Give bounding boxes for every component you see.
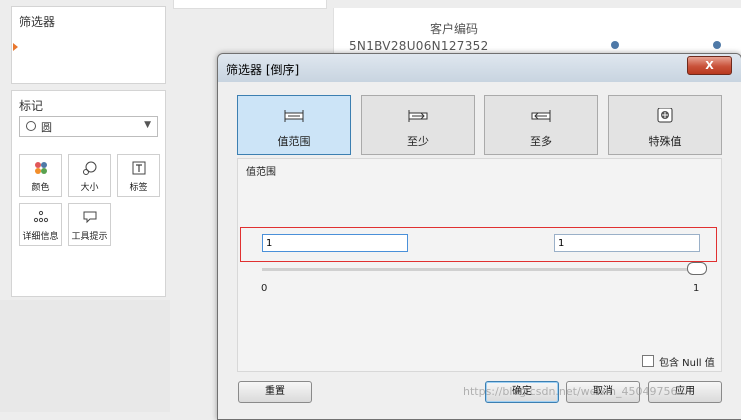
dialog-title: 筛选器 [倒序] (226, 63, 300, 77)
data-mark[interactable] (713, 41, 721, 49)
range-panel: 值范围 0 1 (237, 158, 722, 372)
size-card[interactable]: 大小 (68, 154, 111, 197)
tab-at-least-label: 至少 (407, 135, 429, 148)
row-value: 5N1BV28U06N127352 (349, 39, 489, 53)
label-T-icon (118, 160, 159, 176)
dialog-titlebar[interactable]: 筛选器 [倒序] X (218, 54, 741, 82)
special-value-icon (609, 107, 721, 124)
max-value-input[interactable] (554, 234, 700, 252)
top-strip (173, 0, 327, 9)
tooltip-card[interactable]: 工具提示 (68, 203, 111, 246)
label-card[interactable]: 标签 (117, 154, 160, 197)
range-section-label: 值范围 (246, 167, 276, 178)
filters-panel-title: 筛选器 (19, 15, 56, 29)
detail-card-label: 详细信息 (22, 232, 59, 242)
min-value-input[interactable] (262, 234, 408, 252)
range-inputs-highlight (240, 227, 717, 262)
include-null-checkbox[interactable] (642, 355, 654, 367)
size-card-label: 大小 (80, 183, 99, 193)
column-header: 客户编码 (430, 22, 479, 36)
color-dots-icon (20, 160, 61, 176)
close-button[interactable]: X (687, 56, 732, 75)
include-null-label: 包含 Null 值 (659, 358, 715, 369)
filters-panel: 筛选器 (11, 6, 166, 84)
tab-at-most-label: 至多 (530, 135, 552, 148)
chevron-down-icon: ▼ (144, 120, 151, 130)
color-card-label: 颜色 (31, 183, 50, 193)
label-card-label: 标签 (129, 183, 148, 193)
watermark: https://blog.csdn.net/weixin_45049756 (463, 385, 678, 398)
expand-caret-icon[interactable] (13, 43, 18, 51)
marks-panel-title: 标记 (19, 99, 44, 113)
at-most-icon (485, 108, 597, 124)
tab-at-least[interactable]: 至少 (361, 95, 475, 155)
range-icon (238, 108, 350, 124)
scale-max-label: 1 (693, 283, 700, 294)
color-card[interactable]: 颜色 (19, 154, 62, 197)
tab-special-label: 特殊值 (648, 135, 682, 148)
circle-icon (26, 121, 36, 131)
tooltip-card-label: 工具提示 (71, 232, 108, 242)
reset-button[interactable]: 重置 (238, 381, 312, 403)
tab-at-most[interactable]: 至多 (484, 95, 598, 155)
detail-card[interactable]: 详细信息 (19, 203, 62, 246)
tab-special[interactable]: 特殊值 (608, 95, 722, 155)
left-lower-area (0, 300, 170, 412)
mark-type-label: 圆 (41, 121, 52, 134)
range-slider-handle[interactable] (687, 262, 707, 275)
filter-dialog: 筛选器 [倒序] X 值范围 至少 至多 特殊值 值范围 1 1 0 1 包含 … (217, 53, 741, 420)
tab-range-label: 值范围 (277, 135, 311, 148)
marks-panel: 标记 圆 ▼ 颜色 大小 标签 详细信息 工具提示 (11, 90, 166, 297)
data-mark[interactable] (611, 41, 619, 49)
at-least-icon (362, 108, 474, 124)
detail-dots-icon (20, 209, 61, 225)
size-icon (69, 160, 110, 176)
mark-type-dropdown[interactable]: 圆 ▼ (19, 116, 158, 137)
scale-min-label: 0 (261, 283, 268, 294)
range-slider-track[interactable] (262, 268, 702, 271)
tab-range[interactable]: 值范围 (237, 95, 351, 155)
tooltip-icon (69, 209, 110, 225)
